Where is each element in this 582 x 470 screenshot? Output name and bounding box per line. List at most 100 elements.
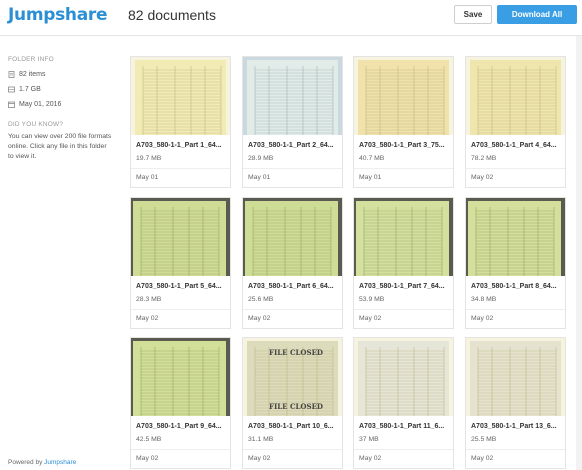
file-card[interactable]: A703_580-1-1_Part 6_64... 25.6 MB May 02	[242, 197, 343, 329]
file-card[interactable]: A703_580-1-1_Part 13_6... 25.5 MB May 02	[465, 337, 566, 469]
file-name[interactable]: A703_580-1-1_Part 5_64...	[136, 283, 228, 290]
items-count: 82 items	[19, 71, 46, 78]
file-size: 31.1 MB	[248, 436, 274, 443]
folder-info-heading: FOLDER INFO	[8, 56, 54, 63]
file-size: 28.3 MB	[136, 296, 162, 303]
file-size: 19.7 MB	[136, 155, 162, 162]
file-card[interactable]: A703_580-1-1_Part 3_75... 40.7 MB May 01	[353, 56, 454, 188]
file-date: May 02	[471, 315, 494, 322]
file-size: 34.8 MB	[471, 296, 497, 303]
calendar-icon	[8, 101, 15, 108]
powered-by-link[interactable]: Jumpshare	[44, 459, 76, 466]
file-name[interactable]: A703_580-1-1_Part 1_64...	[136, 142, 228, 149]
card-divider	[243, 449, 342, 450]
file-name[interactable]: A703_580-1-1_Part 7_64...	[359, 283, 451, 290]
file-name[interactable]: A703_580-1-1_Part 4_64...	[471, 142, 563, 149]
file-thumbnail	[466, 57, 565, 135]
file-date: May 01	[248, 174, 271, 181]
file-name[interactable]: A703_580-1-1_Part 10_6...	[248, 423, 340, 430]
document-page	[470, 60, 561, 135]
sidebar: FOLDER INFO 82 items 1.7 GB May 01, 2016…	[0, 36, 120, 470]
file-name[interactable]: A703_580-1-1_Part 9_64...	[136, 423, 228, 430]
file-thumbnail	[243, 57, 342, 135]
file-name[interactable]: A703_580-1-1_Part 8_64...	[471, 283, 563, 290]
file-thumbnail	[354, 338, 453, 416]
save-button[interactable]: Save	[454, 5, 492, 24]
powered-prefix: Powered by	[8, 459, 43, 466]
file-thumbnail: FILE CLOSED FILE CLOSED	[243, 338, 342, 416]
file-size: 53.9 MB	[359, 296, 385, 303]
file-card[interactable]: A703_580-1-1_Part 7_64... 53.9 MB May 02	[353, 197, 454, 329]
file-thumbnail	[131, 198, 230, 276]
file-name[interactable]: A703_580-1-1_Part 3_75...	[359, 142, 451, 149]
file-date: May 02	[471, 174, 494, 181]
card-divider	[243, 309, 342, 310]
file-date: May 02	[248, 455, 271, 462]
svg-text:FILE CLOSED: FILE CLOSED	[269, 402, 323, 411]
card-divider	[354, 449, 453, 450]
file-date: May 02	[471, 455, 494, 462]
file-name[interactable]: A703_580-1-1_Part 11_6...	[359, 423, 451, 430]
file-size: 25.6 MB	[248, 296, 274, 303]
scrollbar[interactable]	[576, 36, 582, 470]
file-card[interactable]: A703_580-1-1_Part 4_64... 78.2 MB May 02	[465, 56, 566, 188]
download-all-button[interactable]: Download All	[497, 5, 577, 24]
card-divider	[243, 168, 342, 169]
document-page	[468, 201, 561, 276]
file-thumbnail	[354, 198, 453, 276]
file-date: May 02	[136, 315, 159, 322]
did-you-know-heading: DID YOU KNOW?	[8, 121, 64, 128]
folder-size: 1.7 GB	[19, 86, 41, 93]
file-card[interactable]: A703_580-1-1_Part 8_64... 34.8 MB May 02	[465, 197, 566, 329]
file-size: 42.5 MB	[136, 436, 162, 443]
document-page	[247, 60, 338, 135]
file-thumbnail	[243, 198, 342, 276]
file-size: 25.5 MB	[471, 436, 497, 443]
document-page	[470, 341, 561, 416]
file-thumbnail	[131, 57, 230, 135]
file-card[interactable]: A703_580-1-1_Part 11_6... 37 MB May 02	[353, 337, 454, 469]
document-page	[133, 341, 226, 416]
file-name[interactable]: A703_580-1-1_Part 2_64...	[248, 142, 340, 149]
page-title: 82 documents	[128, 7, 216, 23]
card-divider	[466, 309, 565, 310]
file-date: May 01	[359, 174, 382, 181]
file-card[interactable]: A703_580-1-1_Part 2_64... 28.9 MB May 01	[242, 56, 343, 188]
file-thumbnail	[131, 338, 230, 416]
card-divider	[131, 309, 230, 310]
file-thumbnail	[466, 198, 565, 276]
file-card[interactable]: A703_580-1-1_Part 1_64... 19.7 MB May 01	[130, 56, 231, 188]
storage-icon	[8, 86, 15, 93]
file-name[interactable]: A703_580-1-1_Part 6_64...	[248, 283, 340, 290]
file-date: May 02	[136, 455, 159, 462]
file-name[interactable]: A703_580-1-1_Part 13_6...	[471, 423, 563, 430]
file-card[interactable]: FILE CLOSED FILE CLOSED A703_580-1-1_Part …	[242, 337, 343, 469]
tip-text: You can view over 200 file formats onlin…	[8, 133, 112, 160]
jumpshare-logo[interactable]: Jumpshare	[8, 5, 108, 25]
file-size: 40.7 MB	[359, 155, 385, 162]
file-date: May 02	[359, 315, 382, 322]
document-page	[358, 341, 449, 416]
folder-date: May 01, 2016	[19, 101, 62, 108]
powered-by: Powered by Jumpshare	[8, 459, 76, 466]
document-icon	[8, 71, 15, 78]
svg-text:FILE CLOSED: FILE CLOSED	[269, 348, 323, 357]
file-date: May 01	[136, 174, 159, 181]
document-page	[356, 201, 449, 276]
file-card[interactable]: A703_580-1-1_Part 5_64... 28.3 MB May 02	[130, 197, 231, 329]
top-bar: Jumpshare 82 documents Save Download All	[0, 0, 582, 36]
file-date: May 02	[248, 315, 271, 322]
document-page	[358, 60, 449, 135]
document-page: FILE CLOSED FILE CLOSED	[247, 341, 338, 416]
items-count-row: 82 items	[8, 71, 45, 78]
card-divider	[466, 449, 565, 450]
document-page	[133, 201, 226, 276]
size-row: 1.7 GB	[8, 86, 41, 93]
file-size: 78.2 MB	[471, 155, 497, 162]
file-size: 28.9 MB	[248, 155, 274, 162]
file-card[interactable]: A703_580-1-1_Part 9_64... 42.5 MB May 02	[130, 337, 231, 469]
document-page	[135, 60, 226, 135]
document-page	[245, 201, 338, 276]
file-date: May 02	[359, 455, 382, 462]
file-thumbnail	[354, 57, 453, 135]
